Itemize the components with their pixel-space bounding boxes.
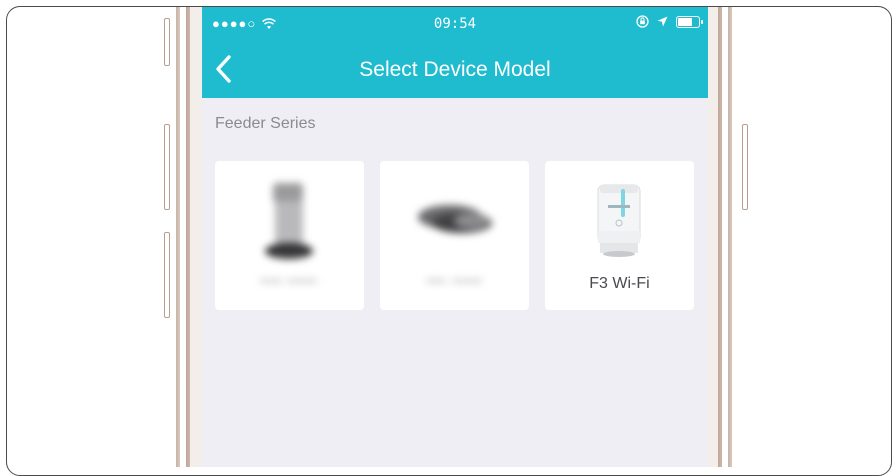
- app-screen: ●●●●○ 09:54 Select Device Model Feeder S…: [202, 7, 708, 467]
- orientation-lock-icon: [636, 15, 649, 28]
- location-arrow-icon: [657, 16, 668, 27]
- section-title: Feeder Series: [215, 115, 316, 132]
- navigation-bar: Select Device Model: [202, 41, 708, 98]
- phone-bezel-left: [172, 7, 202, 467]
- battery-icon: [676, 15, 703, 28]
- device-card-1[interactable]: [215, 161, 364, 310]
- phone-power-button: [742, 124, 748, 210]
- status-time: 09:54: [433, 16, 477, 32]
- device-card-2[interactable]: [380, 161, 529, 310]
- device-card-label: F3 Wi-Fi: [589, 275, 650, 292]
- phone-bezel-right: [708, 7, 738, 467]
- phone-volume-down-button: [164, 232, 170, 318]
- phone-volume-up-button: [164, 124, 170, 210]
- status-bar: ●●●●○ 09:54: [202, 7, 708, 41]
- page-title: Select Device Model: [359, 58, 551, 81]
- feeder-bowl-blurred-icon: [418, 205, 492, 283]
- phone-mute-switch: [164, 18, 170, 66]
- feeder-blurred-icon: [260, 183, 317, 283]
- device-card-f3-wifi[interactable]: F3 Wi-Fi: [545, 161, 694, 310]
